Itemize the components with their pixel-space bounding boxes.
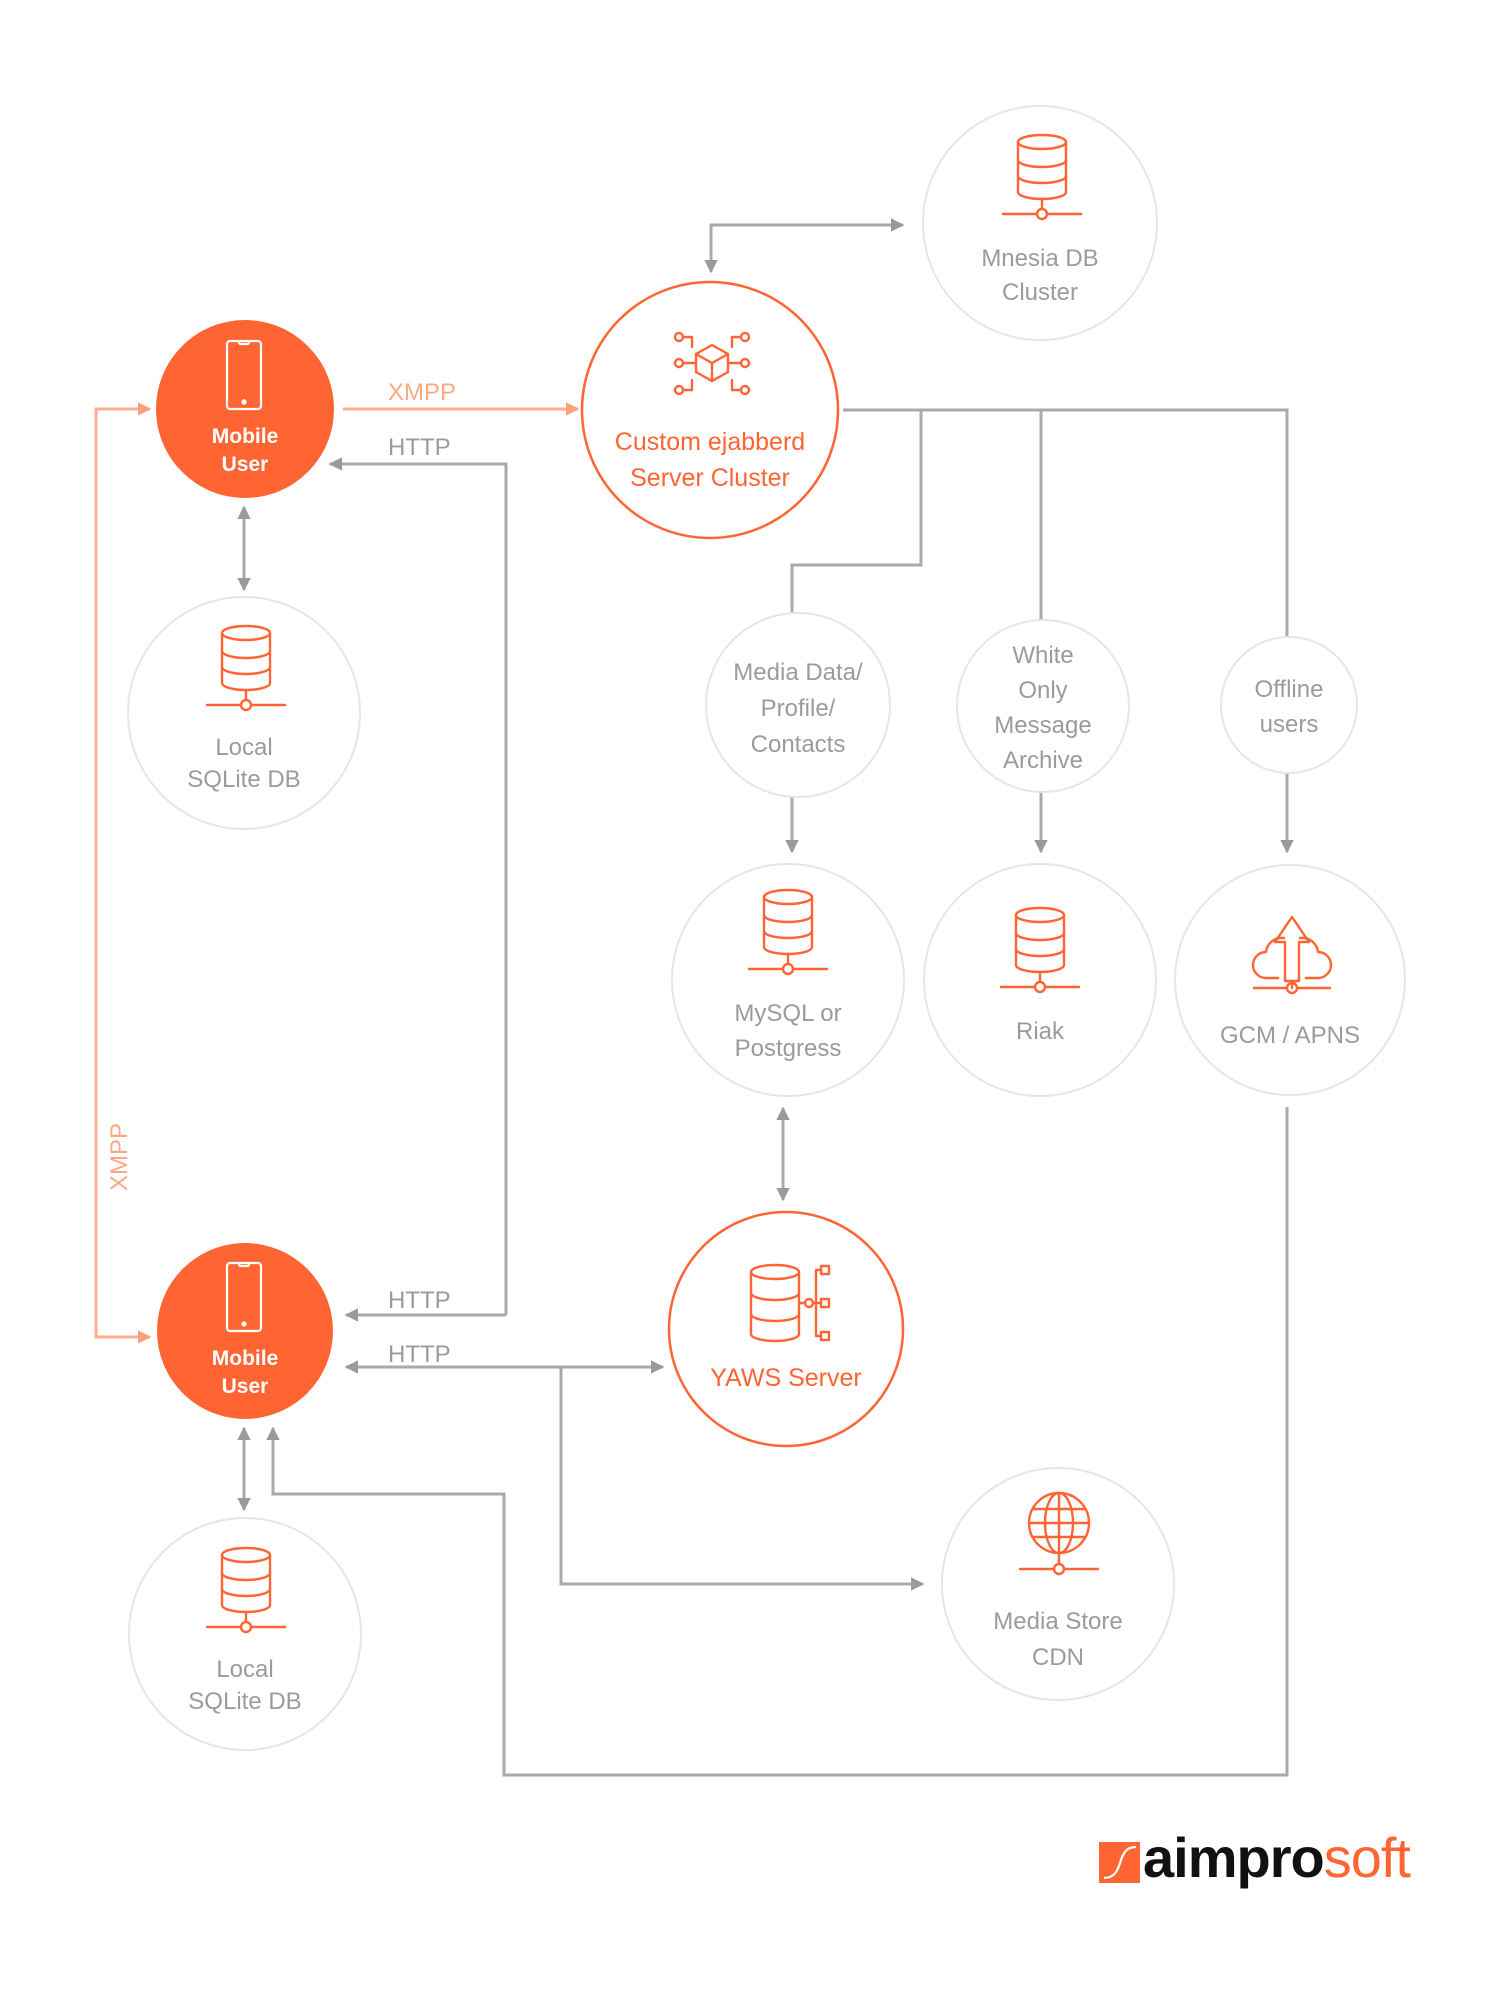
edge-label-http-top: HTTP: [388, 434, 451, 461]
node-label: User: [222, 453, 269, 476]
node-label: Mnesia DB: [981, 245, 1098, 272]
edge-label-http-bottom-2: HTTP: [388, 1341, 451, 1368]
node-riak[interactable]: Riak: [923, 863, 1157, 1097]
node-label: SQLite DB: [188, 1688, 301, 1715]
logo-text-soft: soft: [1324, 1826, 1412, 1889]
node-media-store-cdn[interactable]: Media Store CDN: [941, 1467, 1175, 1701]
branch-main: [843, 408, 1289, 637]
node-label: Media Data/: [733, 659, 863, 686]
node-offline-users[interactable]: Offline users: [1220, 636, 1358, 774]
mnesia-connector: [704, 218, 905, 274]
node-white-only-archive[interactable]: White Only Message Archive: [956, 619, 1130, 793]
node-gcm-apns[interactable]: GCM / APNS: [1174, 864, 1406, 1096]
node-label: White: [1012, 642, 1073, 669]
node-label: Custom ejabberd: [615, 428, 805, 456]
node-label: Mobile: [212, 425, 279, 448]
node-label: Cluster: [1002, 279, 1078, 306]
logo-text: aimprosoft: [1143, 1826, 1411, 1889]
node-label: Contacts: [751, 731, 846, 758]
node-label: CDN: [1032, 1644, 1084, 1671]
node-label: Archive: [1003, 747, 1083, 774]
node-ejabberd-cluster[interactable]: Custom ejabberd Server Cluster: [580, 280, 840, 540]
edge-label-http-bottom-1: HTTP: [388, 1287, 451, 1314]
node-mobile-user-bottom[interactable]: Mobile User: [157, 1243, 333, 1419]
node-label: SQLite DB: [187, 766, 300, 793]
aimprosoft-logo[interactable]: aimprosoft: [1099, 1826, 1412, 1889]
node-yaws-server[interactable]: YAWS Server: [667, 1210, 905, 1448]
node-label: users: [1260, 711, 1319, 738]
edge-label-xmpp-top: XMPP: [388, 379, 456, 406]
node-label: YAWS Server: [710, 1364, 861, 1392]
edge-label-xmpp-side: XMPP: [106, 1123, 133, 1191]
logo-text-aimpro: aimpro: [1143, 1826, 1324, 1889]
node-local-sqlite-top[interactable]: Local SQLite DB: [127, 596, 361, 830]
node-label: Mobile: [212, 1347, 279, 1370]
node-mobile-user-top[interactable]: Mobile User: [156, 320, 334, 498]
node-label: Local: [215, 734, 272, 761]
node-label: Profile/: [761, 695, 836, 722]
node-mnesia-cluster[interactable]: Mnesia DB Cluster: [922, 105, 1158, 341]
node-label: User: [222, 1375, 269, 1398]
http-connector-top: [328, 457, 508, 1315]
node-mysql-postgress[interactable]: MySQL or Postgress: [671, 863, 905, 1097]
node-label: Riak: [1016, 1018, 1065, 1045]
node-media-data[interactable]: Media Data/ Profile/ Contacts: [705, 612, 891, 798]
node-label: Server Cluster: [630, 464, 790, 492]
architecture-diagram: XMPP HTTP XMPP HTTP HTTP Mobile User Loc…: [94, 105, 1412, 1889]
node-label: Message: [994, 712, 1091, 739]
node-label: Postgress: [735, 1035, 842, 1062]
node-label: MySQL or: [734, 1000, 841, 1027]
node-label: Media Store: [993, 1608, 1122, 1635]
xmpp-connector-side-top: [94, 402, 152, 1337]
node-label: Only: [1018, 677, 1067, 704]
node-label: Local: [216, 1656, 273, 1683]
node-label: Offline: [1255, 676, 1324, 703]
node-label: GCM / APNS: [1220, 1022, 1360, 1049]
node-local-sqlite-bottom[interactable]: Local SQLite DB: [128, 1517, 362, 1751]
